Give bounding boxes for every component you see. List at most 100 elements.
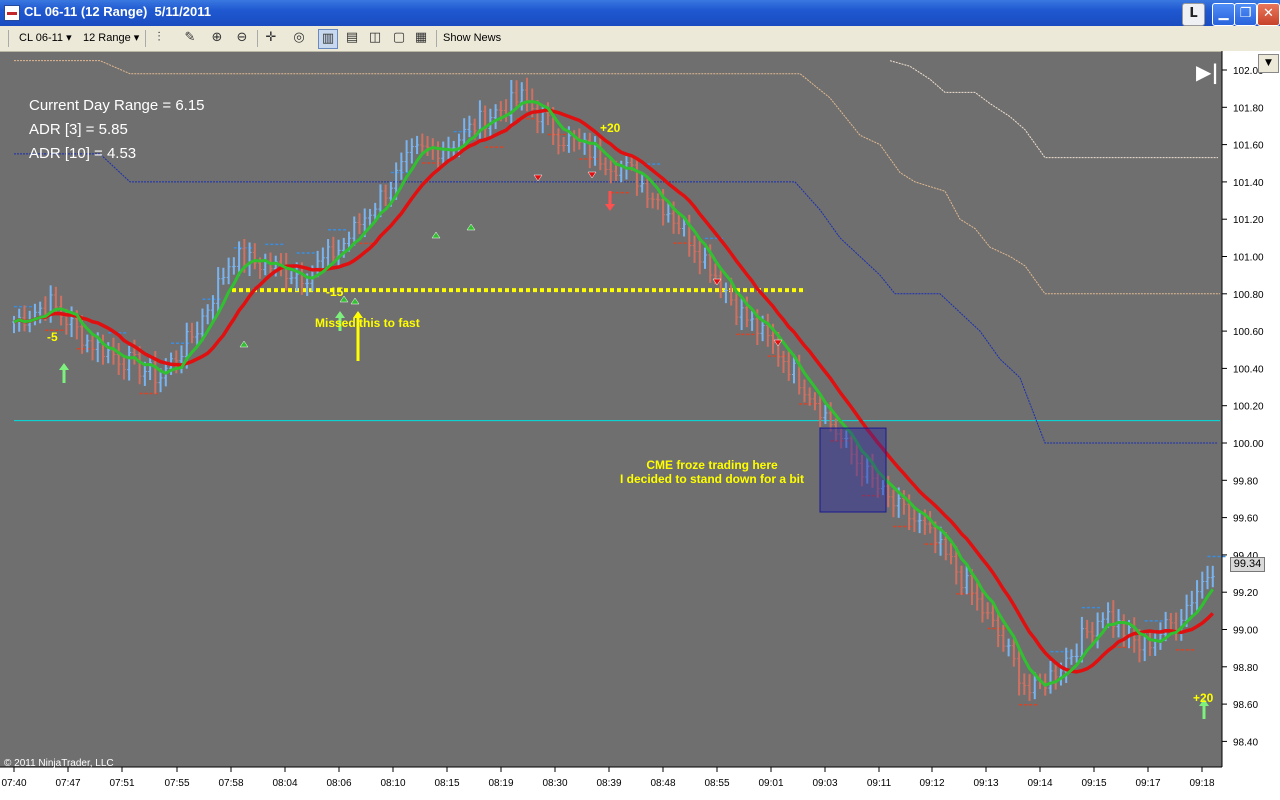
title-bar: CL 06-11 (12 Range) 5/11/2011 L ▁ ❐ ✕: [0, 0, 1280, 26]
toolbar-separator: [145, 30, 146, 47]
adr-lower-band: [14, 153, 1218, 444]
x-tick-label: 09:14: [1027, 778, 1052, 789]
y-tick-label: 100.40: [1233, 364, 1264, 375]
y-tick-label: 100.20: [1233, 402, 1264, 413]
x-tick-label: 07:40: [1, 778, 26, 789]
x-tick-label: 09:13: [973, 778, 998, 789]
x-tick-label: 09:11: [867, 778, 892, 789]
x-tick-label: 09:15: [1081, 778, 1106, 789]
toolbar-separator: [436, 30, 437, 47]
buy-signal-triangle: [431, 231, 441, 239]
chart-toolbar: CL 06-11 ▾ 12 Range ▾ ⫶ ✎ ⊕ ⊖ ✛ ◎ ▥ ▤ ◫ …: [0, 26, 1280, 52]
x-tick-label: 09:01: [758, 778, 783, 789]
toolbar-separator: [257, 30, 258, 47]
data-box-icon[interactable]: ◎: [290, 29, 308, 47]
price-axis-bg: [1222, 51, 1280, 800]
window-title: CL 06-11 (12 Range) 5/11/2011: [24, 4, 211, 19]
signal-marks: [59, 171, 1209, 719]
properties-icon[interactable]: ▢: [390, 29, 408, 47]
sell-signal-triangle: [533, 174, 543, 182]
zoom-out-icon[interactable]: ⊖: [233, 29, 251, 47]
y-tick-label: 98.80: [1233, 663, 1258, 674]
x-tick-label: 08:39: [596, 778, 621, 789]
plus20-bottom-label: +20: [1193, 691, 1214, 705]
minus5-label: -5: [47, 330, 58, 344]
cme-freeze-box: [819, 427, 887, 513]
copyright: © 2011 NinjaTrader, LLC: [4, 758, 114, 769]
adr10-value: ADR [10] = 4.53: [29, 145, 137, 162]
x-tick-label: 09:17: [1135, 778, 1160, 789]
buy-signal-triangle: [239, 340, 249, 348]
maximize-button[interactable]: ❐: [1234, 3, 1257, 26]
y-tick-label: 99.00: [1233, 626, 1258, 637]
y-tick-label: 101.20: [1233, 215, 1264, 226]
missed-annotation: Missed this to fast: [315, 316, 420, 330]
y-tick-label: 101.80: [1233, 103, 1264, 114]
indicators-icon[interactable]: ▤: [343, 29, 361, 47]
slow-ma-line: [13, 107, 1215, 674]
instrument-label: CL 06-11: [19, 32, 64, 44]
minimize-button[interactable]: ▁: [1212, 3, 1235, 26]
long-entry-arrow: [59, 363, 69, 383]
y-tick-label: 101.60: [1233, 141, 1264, 152]
short-entry-arrow: [605, 191, 615, 211]
minus15-label: -15: [326, 285, 344, 299]
adr-upper-band-2: [889, 60, 1218, 159]
y-tick-label: 99.60: [1233, 514, 1258, 525]
y-tick-label: 101.40: [1233, 178, 1264, 189]
y-tick-label: 99.20: [1233, 588, 1258, 599]
x-tick-label: 09:12: [919, 778, 944, 789]
adr3-value: ADR [3] = 5.85: [29, 121, 128, 138]
y-tick-label: 98.60: [1233, 700, 1258, 711]
close-button[interactable]: ✕: [1257, 3, 1280, 26]
chevron-down-icon: ▾: [66, 32, 72, 44]
x-tick-label: 08:19: [488, 778, 513, 789]
x-tick-label: 08:48: [650, 778, 675, 789]
go-to-end-icon[interactable]: ▶|: [1196, 60, 1219, 84]
x-tick-label: 07:55: [164, 778, 189, 789]
x-tick-label: 09:03: [812, 778, 837, 789]
y-tick-label: 101.00: [1233, 253, 1264, 264]
pencil-draw-icon[interactable]: ✎: [181, 29, 199, 47]
fast-ma-line: [13, 100, 1215, 687]
x-tick-label: 08:55: [704, 778, 729, 789]
crosshair-icon[interactable]: ✛: [262, 29, 280, 47]
y-tick-label: 99.80: [1233, 476, 1258, 487]
chart-trader-icon[interactable]: ▥: [318, 29, 338, 49]
moving-averages: [13, 100, 1215, 687]
instrument-selector[interactable]: CL 06-11 ▾: [19, 30, 72, 47]
x-tick-label: 07:58: [218, 778, 243, 789]
y-tick-label: 100.80: [1233, 290, 1264, 301]
current-day-range: Current Day Range = 6.15: [29, 97, 205, 114]
buy-signal-triangle: [350, 297, 360, 305]
app-icon: [4, 5, 20, 21]
x-tick-label: 08:06: [326, 778, 351, 789]
templates-icon[interactable]: ▦: [412, 29, 430, 47]
period-selector[interactable]: 12 Range ▾: [83, 30, 139, 47]
x-tick-label: 08:04: [272, 778, 297, 789]
sell-signal-triangle: [773, 339, 783, 347]
x-tick-label: 09:18: [1189, 778, 1214, 789]
arrow-head: [605, 204, 615, 211]
last-price-tag: 99.34: [1230, 557, 1265, 572]
price-bars: [12, 77, 1226, 706]
y-tick-label: 100.00: [1233, 439, 1264, 450]
cme-annotation-line2: I decided to stand down for a bit: [619, 472, 804, 486]
x-tick-label: 07:47: [55, 778, 80, 789]
x-tick-label: 08:30: [542, 778, 567, 789]
zoom-in-icon[interactable]: ⊕: [208, 29, 226, 47]
show-news-button[interactable]: Show News: [443, 30, 501, 47]
y-tick-label: 98.40: [1233, 737, 1258, 748]
strategies-icon[interactable]: ◫: [366, 29, 384, 47]
plus20-top-label: +20: [600, 121, 621, 135]
x-tick-label: 08:15: [434, 778, 459, 789]
period-label: 12 Range: [83, 32, 131, 44]
buy-signal-triangle: [466, 223, 476, 231]
x-tick-label: 07:51: [109, 778, 134, 789]
chevron-down-icon: ▾: [133, 32, 140, 44]
bar-type-icon[interactable]: ⫶: [150, 29, 168, 47]
link-button[interactable]: L: [1182, 3, 1205, 26]
sell-signal-triangle: [587, 171, 597, 179]
scroll-down-icon[interactable]: ▼: [1258, 54, 1279, 73]
y-tick-label: 100.60: [1233, 327, 1264, 338]
